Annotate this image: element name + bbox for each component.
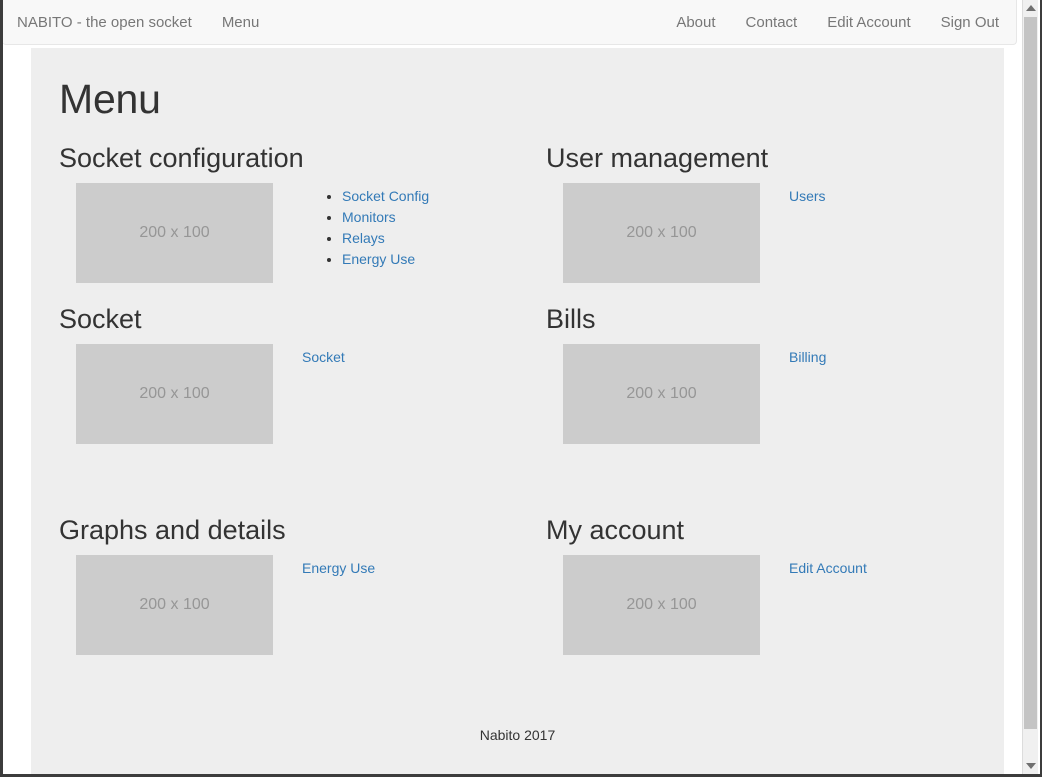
thumbnail-placeholder: 200 x 100 [76,555,273,656]
section-heading: User management [546,143,769,174]
link-edit-account[interactable]: Edit Account [789,560,867,576]
section-row-2: Socket 200 x 100 Socket Bills 200 x 100 … [59,283,990,445]
section-body: 200 x 100 Users [546,183,1004,284]
thumbnail-placeholder: 200 x 100 [76,183,273,284]
nav-link-sign-out[interactable]: Sign Out [926,0,1014,45]
link-bullet-list: Socket Config Monitors Relays [273,186,546,270]
section-bills: Bills 200 x 100 Billing [546,283,1004,445]
page-title: Menu [59,76,161,122]
list-item: Socket Config [342,186,546,207]
list-item: Energy Use [342,249,546,270]
navbar-left-group: NABITO - the open socket Menu [3,0,274,45]
link-users[interactable]: Users [789,188,826,204]
section-row-3: Graphs and details 200 x 100 Energy Use … [59,494,990,656]
triangle-down-icon [1025,763,1036,769]
list-item: Energy Use [302,558,546,579]
link-socket-config[interactable]: Socket Config [342,188,429,204]
section-links: Socket Config Monitors Relays [273,183,546,270]
triangle-up-icon [1025,5,1036,11]
list-item: Socket [302,347,546,368]
footer-text: Nabito 2017 [479,727,556,744]
list-item: Relays [342,228,546,249]
section-body: 200 x 100 Edit Account [546,555,1004,656]
section-links: Energy Use [273,555,546,579]
link-energy-use[interactable]: Energy Use [302,560,375,576]
section-heading: Socket configuration [59,143,304,174]
list-item: Monitors [342,207,546,228]
section-body: 200 x 100 Socket [59,344,546,445]
section-heading: Bills [546,304,596,335]
section-user-management: User management 200 x 100 Users [546,122,1004,284]
section-heading: My account [546,515,685,546]
list-item: Users [789,186,1004,207]
link-billing[interactable]: Billing [789,349,826,365]
nav-link-edit-account[interactable]: Edit Account [812,0,925,45]
list-item: Edit Account [789,558,1004,579]
section-heading: Socket [59,304,142,335]
section-body: 200 x 100 Socket Config Monitors [59,183,546,284]
link-relays[interactable]: Relays [342,230,385,246]
browser-window: NABITO - the open socket Menu About Cont… [0,0,1042,777]
scrollbar-up-button[interactable] [1023,0,1038,16]
thumbnail-placeholder: 200 x 100 [563,344,760,445]
section-body: 200 x 100 Energy Use [59,555,546,656]
section-body: 200 x 100 Billing [546,344,1004,445]
thumbnail-placeholder: 200 x 100 [76,344,273,445]
link-socket[interactable]: Socket [302,349,345,365]
link-monitors[interactable]: Monitors [342,209,396,225]
vertical-scrollbar[interactable] [1022,0,1038,774]
nav-link-about[interactable]: About [661,0,730,45]
section-links: Billing [760,344,1004,368]
page-footer: Nabito 2017 [45,727,990,743]
navbar: NABITO - the open socket Menu About Cont… [3,0,1017,45]
nav-link-menu[interactable]: Menu [207,0,275,45]
scrollbar-thumb[interactable] [1024,17,1037,729]
navbar-right-group: About Contact Edit Account Sign Out [661,0,1014,45]
nav-link-contact[interactable]: Contact [731,0,813,45]
thumbnail-placeholder: 200 x 100 [563,555,760,656]
section-row-1: Socket configuration 200 x 100 Socket Co… [59,122,990,284]
section-graphs-and-details: Graphs and details 200 x 100 Energy Use [59,494,546,656]
list-item: Billing [789,347,1004,368]
section-links: Users [760,183,1004,207]
section-heading: Graphs and details [59,515,286,546]
scrollbar-down-button[interactable] [1023,758,1038,774]
link-energy-use[interactable]: Energy Use [342,251,415,267]
page-viewport: NABITO - the open socket Menu About Cont… [3,0,1024,774]
section-socket-configuration: Socket configuration 200 x 100 Socket Co… [59,122,546,284]
section-links: Edit Account [760,555,1004,579]
navbar-brand[interactable]: NABITO - the open socket [3,0,207,45]
section-my-account: My account 200 x 100 Edit Account [546,494,1004,656]
section-socket: Socket 200 x 100 Socket [59,283,546,445]
thumbnail-placeholder: 200 x 100 [563,183,760,284]
page-content-panel: Menu Socket configuration 200 x 100 Sock… [31,48,1004,774]
section-links: Socket [273,344,546,368]
